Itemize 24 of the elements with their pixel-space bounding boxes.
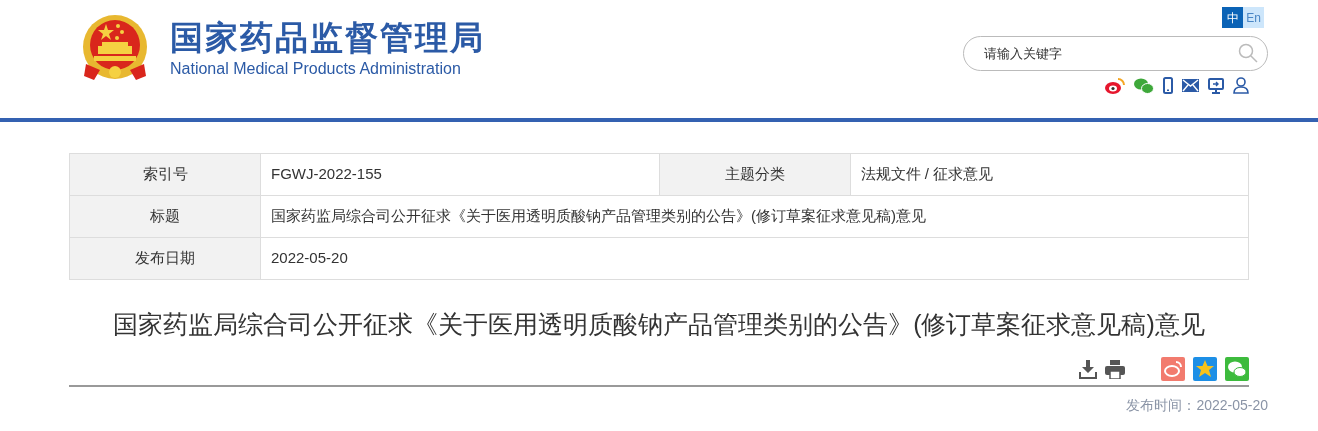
monitor-icon[interactable] <box>1208 77 1224 94</box>
print-icon[interactable] <box>1105 359 1125 379</box>
mobile-icon[interactable] <box>1163 77 1173 94</box>
weibo-share-icon[interactable] <box>1161 357 1185 381</box>
wechat-icon[interactable] <box>1134 77 1154 94</box>
field-value: FGWJ-2022-155 <box>261 154 660 195</box>
field-value: 2022-05-20 <box>261 238 1249 279</box>
user-icon[interactable] <box>1233 77 1249 94</box>
article-title: 国家药监局综合司公开征求《关于医用透明质酸钠产品管理类别的公告》(修订草案征求意见稿)意见 <box>112 309 1206 340</box>
search-field[interactable]: 请输入关键字 <box>963 36 1268 71</box>
field-value: 国家药监局综合司公开征求《关于医用透明质酸钠产品管理类别的公告》(修订草案征求意见稿)意见 <box>261 196 1249 237</box>
language-tab[interactable]: 中 <box>1222 7 1243 28</box>
download-icon[interactable] <box>1079 359 1097 379</box>
field-label: 主题分类 <box>659 154 851 195</box>
site-title: 国家药品监督管理局 <box>170 18 485 58</box>
star-share-icon[interactable] <box>1193 357 1217 381</box>
field-label: 标题 <box>70 196 261 237</box>
field-value: 法规文件 / 征求意见 <box>850 154 1249 195</box>
weibo-icon[interactable] <box>1105 77 1125 94</box>
publish-time: 发布时间：2022-05-20 <box>1126 396 1268 415</box>
field-label: 发布日期 <box>70 238 261 279</box>
field-label: 索引号 <box>70 154 261 195</box>
site-subtitle: National Medical Products Administration <box>170 59 462 79</box>
mail-icon[interactable] <box>1182 79 1199 92</box>
